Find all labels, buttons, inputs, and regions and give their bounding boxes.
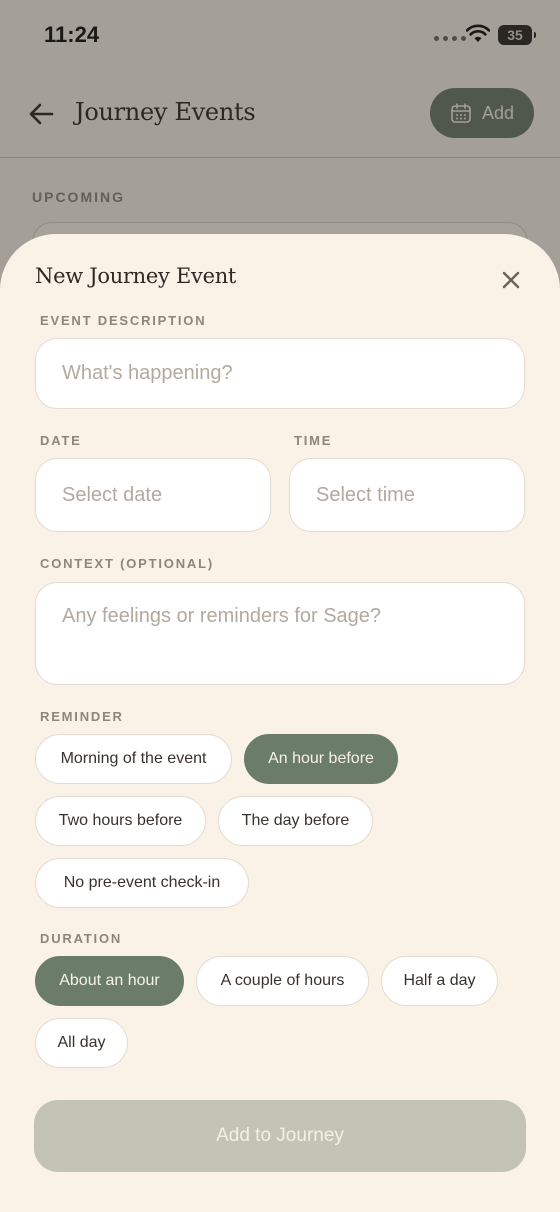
reminder-label: REMINDER bbox=[40, 709, 124, 724]
description-input[interactable]: What's happening? bbox=[35, 338, 525, 409]
duration-option-couple-hours[interactable]: A couple of hours bbox=[196, 956, 369, 1006]
close-icon[interactable] bbox=[500, 269, 522, 291]
reminder-option-no-checkin[interactable]: No pre-event check-in bbox=[35, 858, 249, 908]
duration-option-about-hour[interactable]: About an hour bbox=[35, 956, 184, 1006]
reminder-option-morning[interactable]: Morning of the event bbox=[35, 734, 232, 784]
reminder-option-hour-before[interactable]: An hour before bbox=[244, 734, 398, 784]
duration-label: DURATION bbox=[40, 931, 123, 946]
time-input[interactable]: Select time bbox=[289, 458, 525, 532]
date-input[interactable]: Select date bbox=[35, 458, 271, 532]
context-textarea[interactable]: Any feelings or reminders for Sage? bbox=[35, 582, 525, 685]
date-label: DATE bbox=[40, 433, 82, 448]
sheet-title: New Journey Event bbox=[35, 264, 237, 288]
time-label: TIME bbox=[294, 433, 333, 448]
context-label: CONTEXT (OPTIONAL) bbox=[40, 556, 214, 571]
duration-option-half-day[interactable]: Half a day bbox=[381, 956, 498, 1006]
reminder-option-day-before[interactable]: The day before bbox=[218, 796, 373, 846]
new-event-sheet: New Journey Event EVENT DESCRIPTION What… bbox=[0, 234, 560, 1212]
add-to-journey-button[interactable]: Add to Journey bbox=[34, 1100, 526, 1172]
reminder-option-two-hours[interactable]: Two hours before bbox=[35, 796, 206, 846]
duration-option-all-day[interactable]: All day bbox=[35, 1018, 128, 1068]
description-label: EVENT DESCRIPTION bbox=[40, 313, 207, 328]
